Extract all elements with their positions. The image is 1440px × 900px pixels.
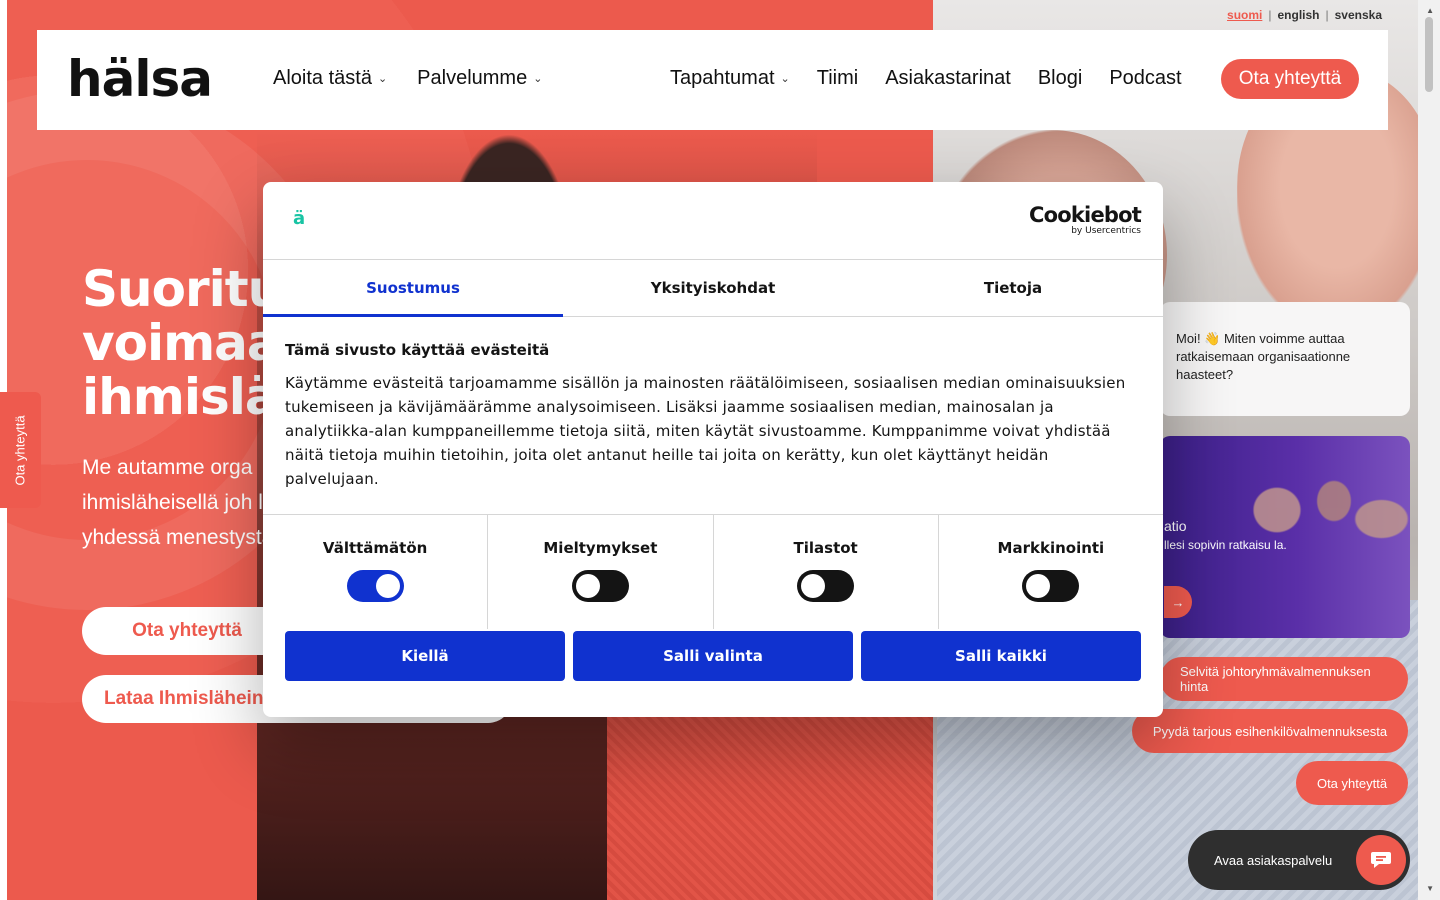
switch-knob [375,574,400,598]
preferences-switch[interactable] [571,570,629,602]
cookiebot-logo-main: Cookiebot [1029,203,1142,227]
scroll-up-icon[interactable]: ▲ [1426,6,1434,15]
scroll-down-icon[interactable]: ▼ [1426,884,1434,893]
switch-knob [801,574,826,598]
cookiebot-logo-sub: by Usercentrics [1071,226,1141,236]
cookiebot-logo[interactable]: Cookiebot by Usercentrics [1029,203,1142,236]
tab-yksityiskohdat[interactable]: Yksityiskohdat [563,260,863,316]
toggle-label: Markkinointi [997,539,1105,557]
toggle-marketing: Markkinointi [939,515,1163,629]
allow-all-button[interactable]: Salli kaikki [861,631,1141,681]
deny-button[interactable]: Kiellä [285,631,565,681]
tab-suostumus[interactable]: Suostumus [263,260,563,317]
toggle-preferences: Mieltymykset [488,515,714,629]
cookie-category-toggles: Välttämätön Mieltymykset Tilastot Markki… [263,515,1163,629]
cookie-actions: Kiellä Salli valinta Salli kaikki [263,631,1163,681]
toggle-necessary: Välttämätön [263,515,489,629]
scroll-thumb[interactable] [1425,17,1433,92]
toggle-label: Välttämätön [322,539,428,557]
tab-tietoja[interactable]: Tietoja [863,260,1163,316]
cookie-tabs: Suostumus Yksityiskohdat Tietoja [263,260,1163,317]
site-brand-mark: ä [293,208,306,229]
cookie-dialog-header: ä Cookiebot by Usercentrics [263,182,1163,260]
cookie-dialog-body: Tämä sivusto käyttää evästeitä Käytämme … [263,317,1163,515]
switch-knob [1026,574,1051,598]
toggle-statistics: Tilastot [714,515,939,629]
toggle-label: Tilastot [793,539,858,557]
cookie-consent-dialog: ä Cookiebot by Usercentrics Suostumus Yk… [263,182,1163,717]
cookie-heading: Tämä sivusto käyttää evästeitä [285,341,550,359]
allow-selection-button[interactable]: Salli valinta [573,631,853,681]
cookie-description: Käytämme evästeitä tarjoamamme sisällön … [285,374,1126,488]
page-scrollbar[interactable]: ▲ ▼ [1418,0,1440,900]
switch-knob [575,574,600,598]
marketing-switch[interactable] [1022,570,1080,602]
necessary-switch[interactable] [346,570,404,602]
statistics-switch[interactable] [797,570,855,602]
toggle-label: Mieltymykset [543,539,658,557]
